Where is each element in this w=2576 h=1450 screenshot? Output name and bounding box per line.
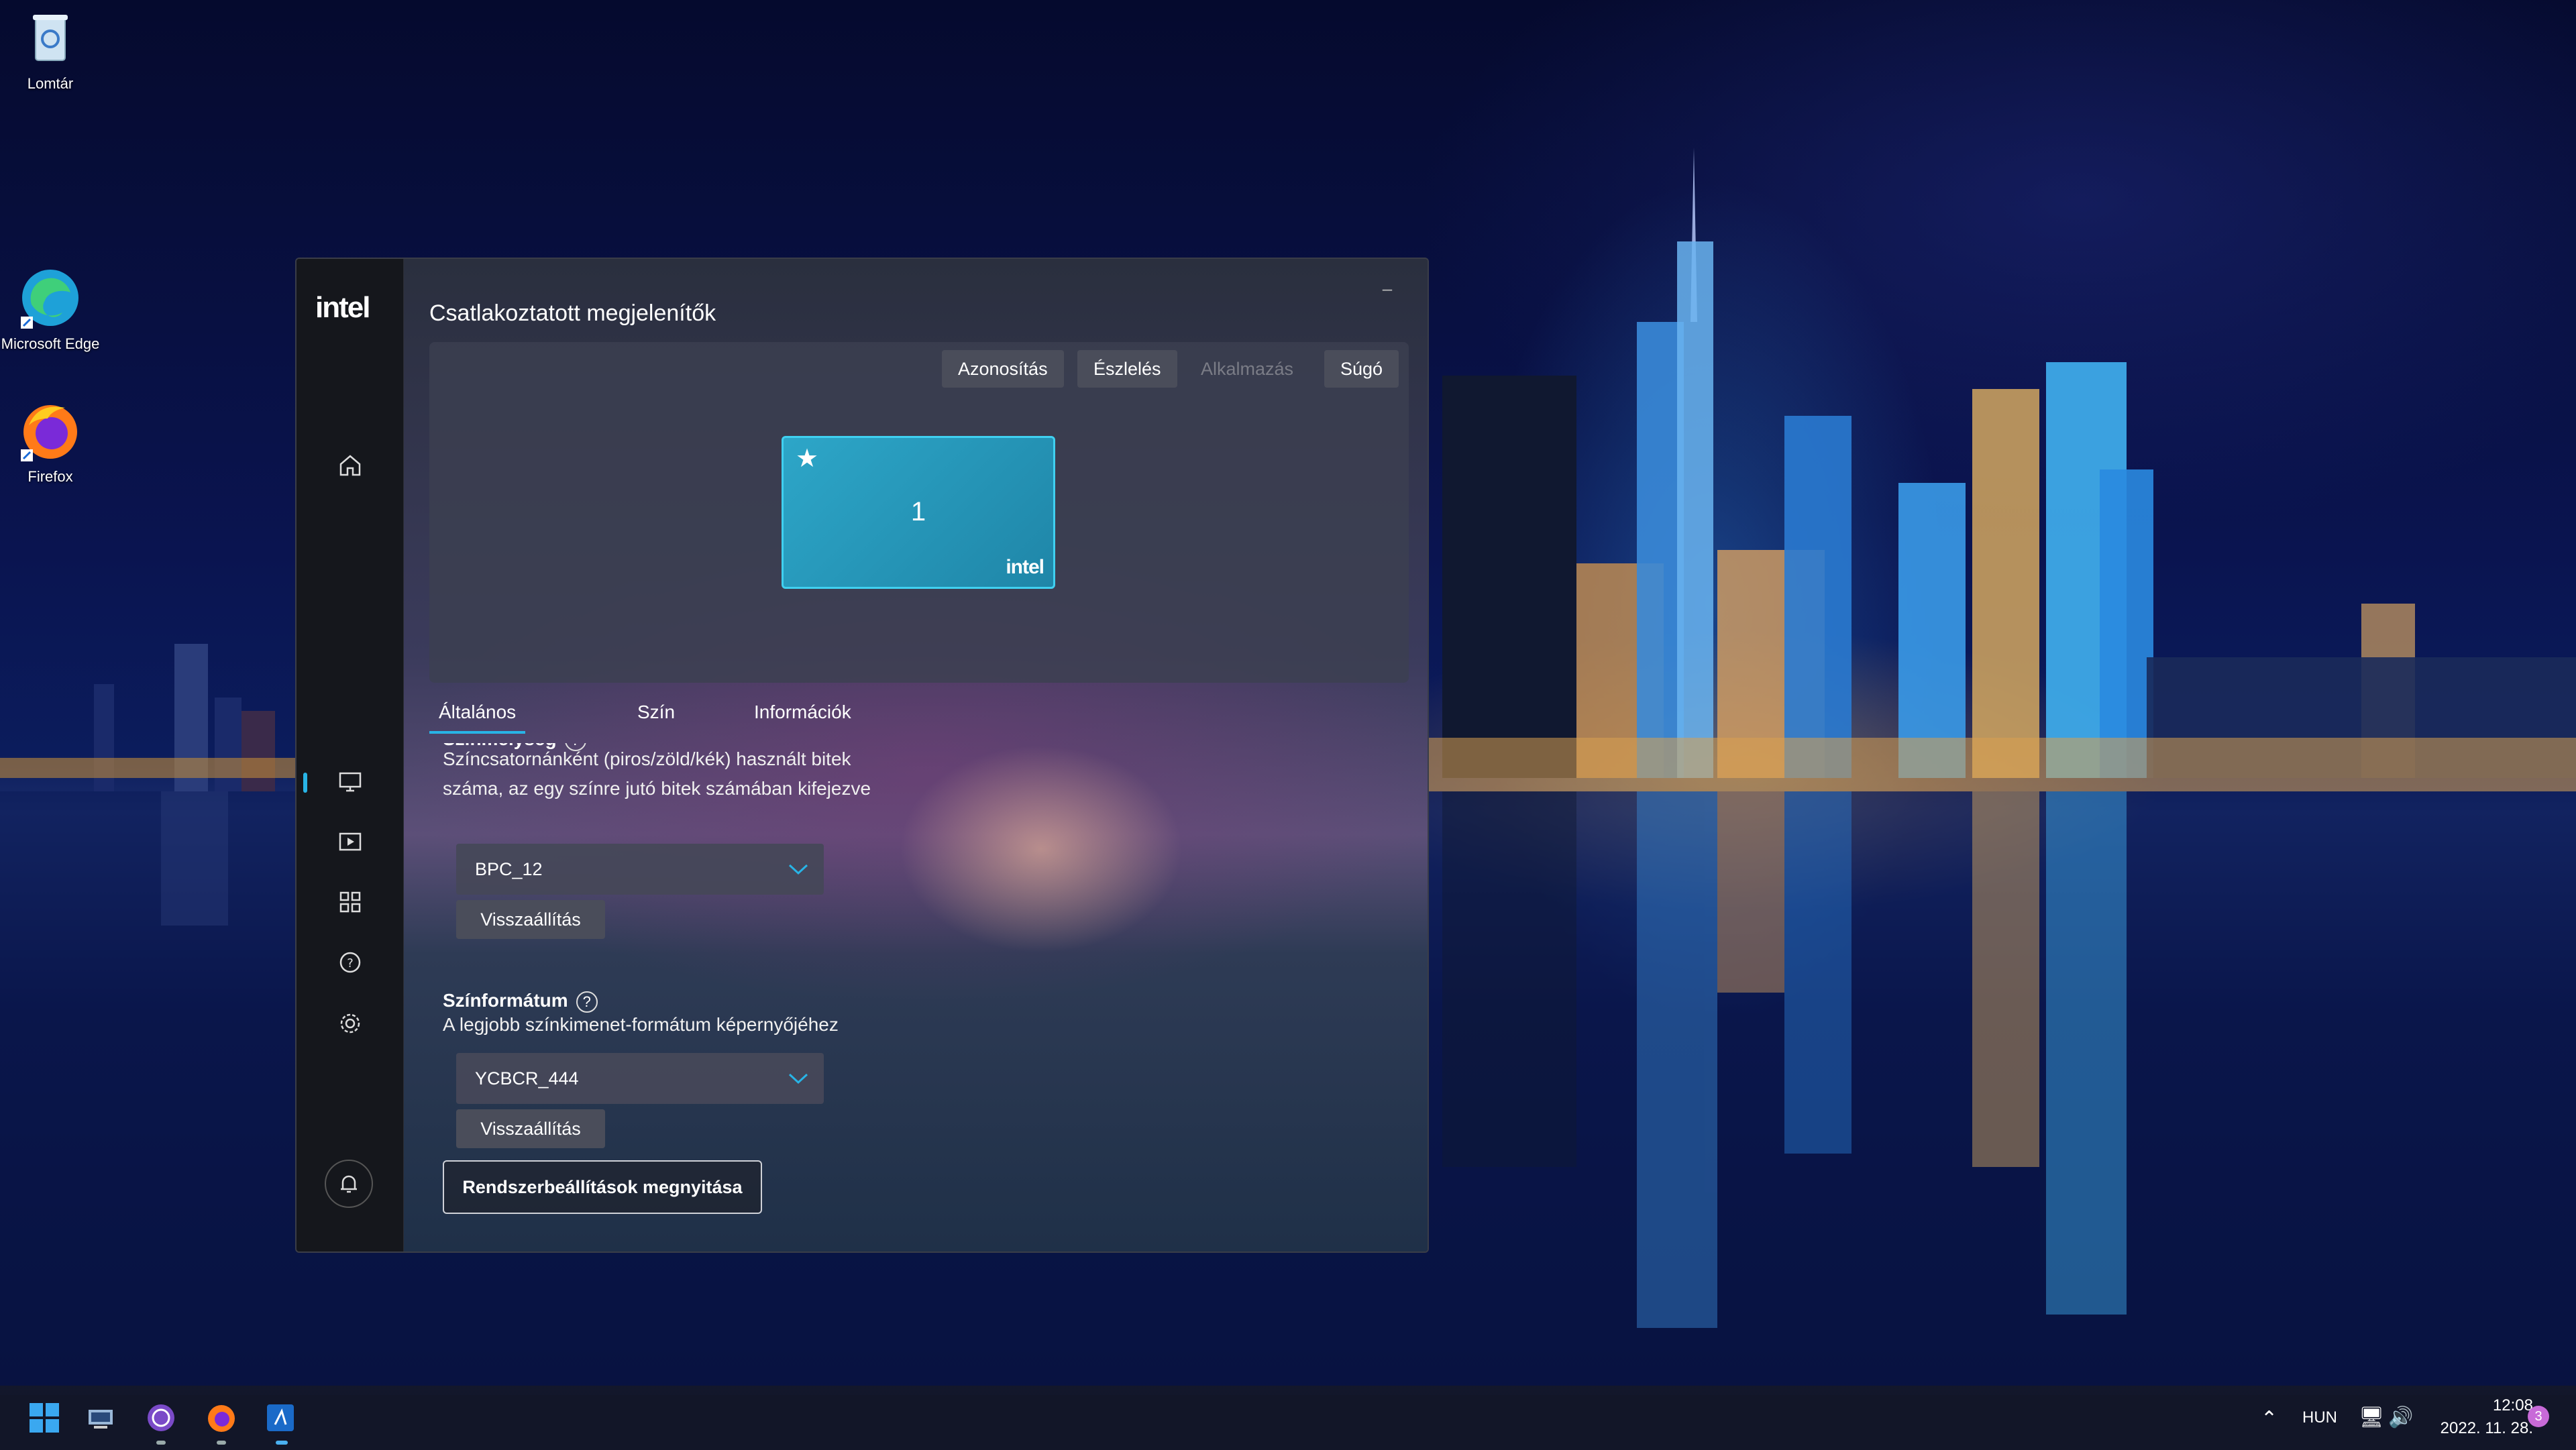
gear-icon [340, 1013, 360, 1034]
page-title: Csatlakoztatott megjelenítők [429, 300, 716, 326]
intel-logo: intel [315, 291, 370, 324]
monitor-tile-1[interactable]: ★ 1 intel [782, 436, 1055, 589]
notification-badge[interactable]: 3 [2528, 1406, 2549, 1427]
color-format-description: A legjobb színkimenet-formátum képernyőj… [443, 1014, 839, 1035]
video-icon [339, 832, 362, 851]
start-button[interactable] [24, 1398, 64, 1438]
monitor-intel-logo: intel [1006, 556, 1044, 578]
display-preview-panel: Azonosítás Észlelés Alkalmazás Súgó ★ 1 … [429, 342, 1409, 683]
bit-depth-value: BPC_12 [475, 859, 543, 879]
detect-button[interactable]: Észlelés [1077, 350, 1177, 388]
network-app-icon [89, 1410, 113, 1429]
clock-time[interactable]: 12:08 [2459, 1396, 2533, 1415]
chevron-down-icon [785, 844, 812, 895]
nav-apps[interactable] [334, 886, 366, 918]
clock-date[interactable]: 2022. 11. 28. [2430, 1419, 2533, 1438]
apply-button[interactable]: Alkalmazás [1185, 350, 1309, 388]
network-icon[interactable]: 🖥 [2359, 1406, 2384, 1429]
chevron-down-icon [785, 1053, 812, 1104]
help-circle-icon: ? [339, 952, 361, 973]
tab-color[interactable]: Szín [637, 702, 675, 731]
nav-video[interactable] [334, 826, 366, 858]
intel-graphics-window: intel ? – ☐ ✕ Csatlakoztatott megjelenít… [295, 258, 1429, 1253]
monitor-icon [339, 772, 362, 792]
svg-text:?: ? [347, 956, 354, 970]
desktop-icon-firefox[interactable]: Firefox [0, 398, 101, 486]
running-indicator [217, 1441, 226, 1445]
nav-settings[interactable] [334, 1007, 366, 1040]
edge-icon [18, 266, 83, 330]
tor-browser-icon [148, 1404, 174, 1431]
tab-general[interactable]: Általános [429, 702, 526, 734]
volume-icon[interactable]: 🔊 [2388, 1406, 2413, 1429]
firefox-icon [18, 398, 83, 463]
open-system-settings-button[interactable]: Rendszerbeállítások megnyitása [443, 1160, 762, 1214]
notifications-button[interactable] [325, 1160, 373, 1208]
primary-star-icon: ★ [796, 445, 819, 473]
desktop-icon-label: Lomtár [27, 75, 74, 92]
settings-scroll-area[interactable]: Színmélység? Színcsatornánként (piros/zö… [429, 743, 1409, 1239]
nav-display[interactable] [334, 765, 366, 797]
bit-depth-description-2: száma, az egy színre jutó bitek számában… [443, 778, 871, 799]
main-content: – ☐ ✕ Csatlakoztatott megjelenítők Azono… [404, 259, 1428, 1251]
language-indicator[interactable]: HUN [2302, 1408, 2337, 1427]
help-button[interactable]: Súgó [1324, 350, 1399, 388]
home-icon [339, 455, 361, 476]
help-icon[interactable]: ? [576, 991, 598, 1013]
color-format-value: YCBCR_444 [475, 1068, 579, 1089]
taskbar-intel-graphics[interactable] [260, 1398, 301, 1438]
desktop-icon-label: Firefox [28, 468, 73, 485]
intel-app-icon [267, 1404, 294, 1431]
recycle-bin-icon [18, 5, 83, 70]
desktop-icon-recycle-bin[interactable]: Lomtár [0, 5, 101, 93]
color-format-title: Színformátum? [443, 990, 598, 1013]
minimize-button[interactable]: – [1367, 271, 1407, 306]
taskbar-firefox[interactable] [201, 1398, 241, 1438]
nav-home[interactable] [334, 449, 366, 482]
desktop-icon-label: Microsoft Edge [1, 335, 100, 352]
running-indicator [276, 1441, 288, 1445]
tab-info[interactable]: Információk [754, 702, 851, 731]
identify-button[interactable]: Azonosítás [942, 350, 1064, 388]
desktop-icon-edge[interactable]: Microsoft Edge [0, 266, 101, 353]
tab-bar: Általános Szín Információk [429, 702, 1409, 743]
nav-help[interactable]: ? [334, 946, 366, 979]
nav-active-indicator [303, 773, 307, 793]
color-format-reset-button[interactable]: Visszaállítás [456, 1109, 605, 1148]
running-indicator [156, 1441, 166, 1445]
sidebar: intel ? [297, 259, 404, 1251]
color-format-title-text: Színformátum [443, 990, 568, 1011]
firefox-icon [208, 1405, 235, 1432]
monitor-number: 1 [910, 497, 926, 526]
taskbar: ⌃ HUN 🖥 🔊 12:08 2022. 11. 28. 3 [0, 1386, 2576, 1450]
tray-chevron-icon[interactable]: ⌃ [2261, 1407, 2277, 1431]
windows-start-icon [30, 1403, 59, 1433]
color-format-select[interactable]: YCBCR_444 [456, 1053, 824, 1104]
bit-depth-select[interactable]: BPC_12 [456, 844, 824, 895]
taskbar-file-explorer[interactable] [80, 1398, 121, 1438]
taskbar-tor-browser[interactable] [141, 1398, 181, 1438]
grid-icon [339, 891, 361, 913]
bell-icon [341, 1175, 357, 1193]
bit-depth-reset-button[interactable]: Visszaállítás [456, 900, 605, 939]
bit-depth-description-1: Színcsatornánként (piros/zöld/kék) haszn… [443, 748, 851, 769]
